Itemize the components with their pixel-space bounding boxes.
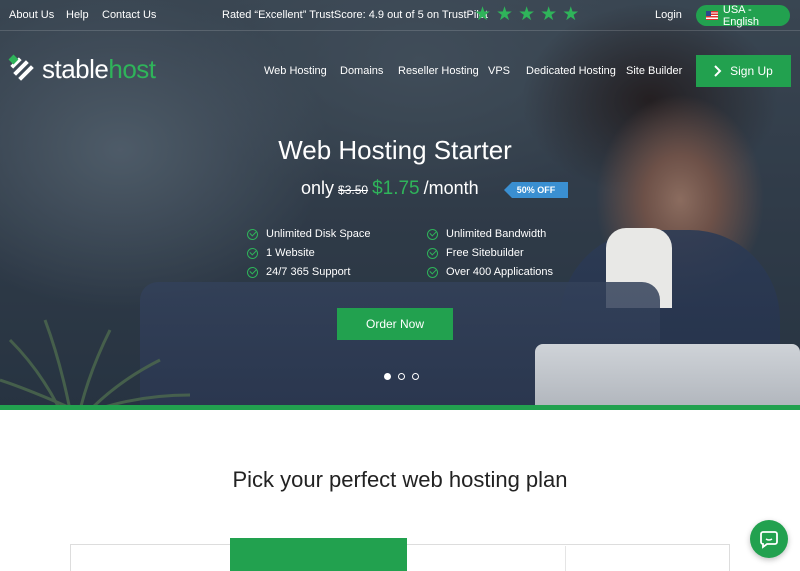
trustpilot-stars: ★ ★ ★ ★ ★ xyxy=(474,5,579,24)
hero-divider xyxy=(0,405,800,410)
star-icon: ★ xyxy=(474,4,492,25)
feature-label: Unlimited Bandwidth xyxy=(446,228,547,240)
sign-up-label: Sign Up xyxy=(730,64,773,78)
feature-item: Free Sitebuilder xyxy=(427,247,524,259)
feature-item: Over 400 Applications xyxy=(427,266,553,278)
feature-label: Over 400 Applications xyxy=(446,266,554,278)
check-circle-icon xyxy=(427,228,438,240)
flag-us-icon xyxy=(706,11,718,20)
check-circle-icon xyxy=(427,247,438,259)
plant-image xyxy=(0,319,191,405)
about-us-link[interactable]: About Us xyxy=(9,9,54,21)
login-link[interactable]: Login xyxy=(655,9,682,21)
logo-mark-icon xyxy=(8,54,34,81)
feature-item: Unlimited Disk Space xyxy=(247,228,371,240)
top-bar: About Us Help Contact Us Rated “Excellen… xyxy=(0,0,800,31)
feature-label: Free Sitebuilder xyxy=(446,247,524,259)
feature-item: Unlimited Bandwidth xyxy=(427,228,546,240)
sign-up-button[interactable]: Sign Up xyxy=(696,55,791,87)
feature-item: 1 Website xyxy=(247,247,315,259)
stablehost-logo[interactable]: stablehost xyxy=(8,54,156,84)
order-now-button[interactable]: Order Now xyxy=(337,308,453,340)
help-link[interactable]: Help xyxy=(66,9,89,21)
carousel-dots xyxy=(384,373,419,380)
check-circle-icon xyxy=(247,228,258,240)
plan-divider xyxy=(565,546,566,571)
logo-text: stablehost xyxy=(42,54,156,84)
star-icon: ★ xyxy=(496,4,514,25)
nav-site-builder[interactable]: Site Builder xyxy=(626,65,682,77)
feature-label: 1 Website xyxy=(266,247,315,259)
carousel-dot-2[interactable] xyxy=(398,373,405,380)
language-label: USA - English xyxy=(722,3,759,28)
chevron-right-icon xyxy=(714,65,722,77)
carousel-dot-3[interactable] xyxy=(412,373,419,380)
feature-label: Unlimited Disk Space xyxy=(266,228,371,240)
hero-title: Web Hosting Starter xyxy=(278,135,512,165)
feature-item: 24/7 365 Support xyxy=(247,266,350,278)
old-price: $3.50 xyxy=(338,183,369,197)
hero-laptop xyxy=(535,344,800,405)
nav-vps[interactable]: VPS xyxy=(488,65,510,77)
new-price: $1.75 xyxy=(372,178,420,199)
logo-text-stable: stable xyxy=(42,54,109,84)
star-icon: ★ xyxy=(518,4,536,25)
contact-us-link[interactable]: Contact Us xyxy=(102,9,156,21)
feature-label: 24/7 365 Support xyxy=(266,266,351,278)
plans-heading: Pick your perfect web hosting plan xyxy=(232,467,568,492)
hero-price: only $3.50 $1.75 /month xyxy=(301,178,479,200)
star-icon: ★ xyxy=(562,4,580,25)
nav-web-hosting[interactable]: Web Hosting xyxy=(264,65,327,77)
nav-reseller-hosting[interactable]: Reseller Hosting xyxy=(398,65,479,77)
price-prefix: only xyxy=(301,178,335,198)
check-circle-icon xyxy=(247,266,258,278)
hero-banner: About Us Help Contact Us Rated “Excellen… xyxy=(0,0,800,405)
language-selector[interactable]: USA - English xyxy=(696,3,790,28)
discount-badge: 50% OFF xyxy=(504,182,568,198)
check-circle-icon xyxy=(427,266,438,278)
logo-text-host: host xyxy=(108,54,156,84)
carousel-dot-1[interactable] xyxy=(384,373,391,380)
price-suffix: /month xyxy=(423,178,479,198)
nav-domains[interactable]: Domains xyxy=(340,65,383,77)
check-circle-icon xyxy=(247,247,258,259)
chat-icon xyxy=(760,531,778,549)
plan-card-featured[interactable] xyxy=(230,538,407,571)
star-icon: ★ xyxy=(540,4,558,25)
live-chat-button[interactable] xyxy=(750,520,788,558)
trustpilot-rating-text: Rated “Excellent” TrustScore: 4.9 out of… xyxy=(222,9,488,21)
nav-dedicated-hosting[interactable]: Dedicated Hosting xyxy=(526,65,616,77)
